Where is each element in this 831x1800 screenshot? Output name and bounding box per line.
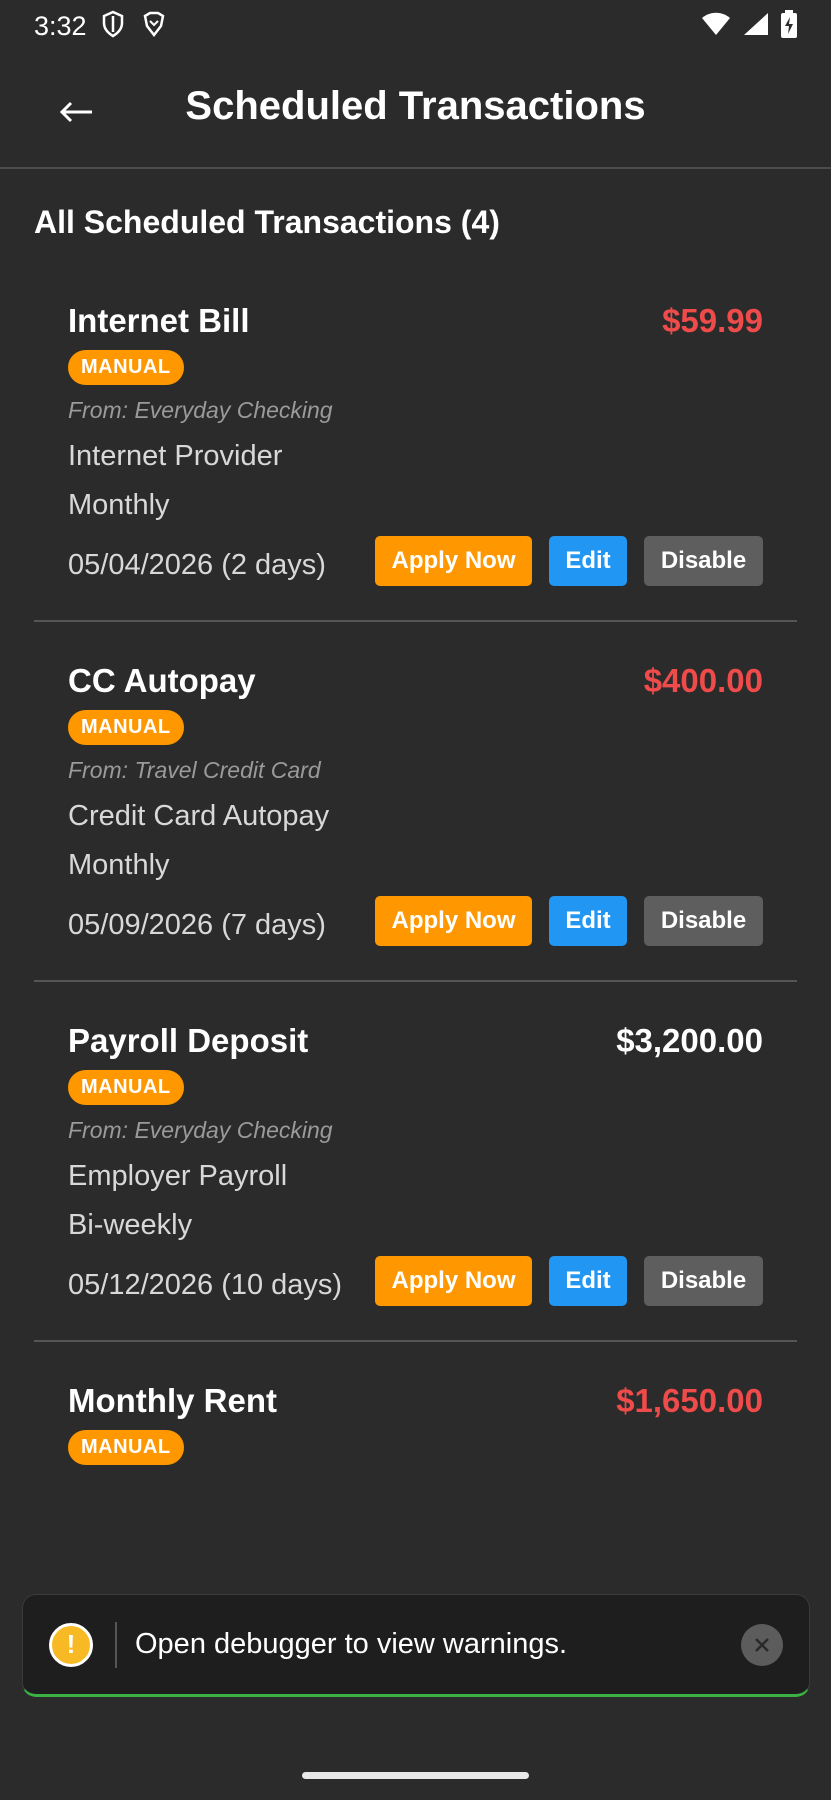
close-icon[interactable] <box>741 1623 783 1666</box>
transaction-card[interactable]: CC Autopay $400.00 MANUAL From: Travel C… <box>34 622 797 982</box>
manual-badge: MANUAL <box>68 710 184 745</box>
transaction-card[interactable]: Payroll Deposit $3,200.00 MANUAL From: E… <box>34 982 797 1342</box>
disable-button[interactable]: Disable <box>644 1256 763 1306</box>
transaction-frequency: Monthly <box>68 489 170 521</box>
transaction-amount: $59.99 <box>662 302 763 339</box>
transaction-date: 05/09/2026 (7 days) <box>68 909 326 941</box>
transaction-card[interactable]: Internet Bill $59.99 MANUAL From: Everyd… <box>34 262 797 622</box>
transaction-amount: $3,200.00 <box>616 1022 763 1059</box>
status-bar: 3:32 <box>0 0 831 52</box>
signal-icon <box>743 12 769 41</box>
transaction-amount: $1,650.00 <box>616 1382 763 1419</box>
wifi-icon <box>701 12 731 41</box>
transaction-payee: Credit Card Autopay <box>68 800 330 832</box>
transaction-date: 05/04/2026 (2 days) <box>68 549 326 581</box>
debugger-toast[interactable]: ! Open debugger to view warnings. <box>22 1594 810 1697</box>
transaction-payee: Internet Provider <box>68 440 283 472</box>
section-title: All Scheduled Transactions (4) <box>34 204 500 240</box>
warning-icon: ! <box>49 1622 93 1667</box>
apply-now-button[interactable]: Apply Now <box>375 536 532 586</box>
page-title: Scheduled Transactions <box>185 84 646 128</box>
app-header: Scheduled Transactions <box>0 52 831 169</box>
disable-button[interactable]: Disable <box>644 536 763 586</box>
status-time: 3:32 <box>34 10 87 41</box>
manual-badge: MANUAL <box>68 350 184 385</box>
edit-button[interactable]: Edit <box>549 1256 627 1306</box>
transactions-list[interactable]: Internet Bill $59.99 MANUAL From: Everyd… <box>34 262 797 1545</box>
edit-button[interactable]: Edit <box>549 536 627 586</box>
toast-divider <box>115 1621 117 1668</box>
transaction-frequency: Bi-weekly <box>68 1209 193 1241</box>
manual-badge: MANUAL <box>68 1070 184 1105</box>
transaction-amount: $400.00 <box>643 662 763 699</box>
apply-now-button[interactable]: Apply Now <box>375 1256 532 1306</box>
edit-button[interactable]: Edit <box>549 896 627 946</box>
transaction-payee: Employer Payroll <box>68 1160 288 1192</box>
toast-message: Open debugger to view warnings. <box>135 1628 568 1660</box>
shield-icon <box>101 10 125 43</box>
transaction-card[interactable]: Monthly Rent $1,650.00 MANUAL <box>34 1342 797 1499</box>
transaction-from: From: Travel Credit Card <box>68 757 321 783</box>
transaction-name: Monthly Rent <box>68 1382 277 1419</box>
transaction-name: Payroll Deposit <box>68 1022 309 1059</box>
transaction-name: Internet Bill <box>68 302 250 339</box>
manual-badge: MANUAL <box>68 1430 184 1465</box>
transaction-name: CC Autopay <box>68 662 256 699</box>
transaction-frequency: Monthly <box>68 849 170 881</box>
transaction-from: From: Everyday Checking <box>68 1117 333 1143</box>
home-indicator[interactable] <box>302 1772 529 1779</box>
battery-charging-icon <box>781 9 797 43</box>
transaction-date: 05/12/2026 (10 days) <box>68 1269 343 1301</box>
apply-now-button[interactable]: Apply Now <box>375 896 532 946</box>
disable-button[interactable]: Disable <box>644 896 763 946</box>
transaction-from: From: Everyday Checking <box>68 397 333 423</box>
brave-icon <box>141 11 167 42</box>
